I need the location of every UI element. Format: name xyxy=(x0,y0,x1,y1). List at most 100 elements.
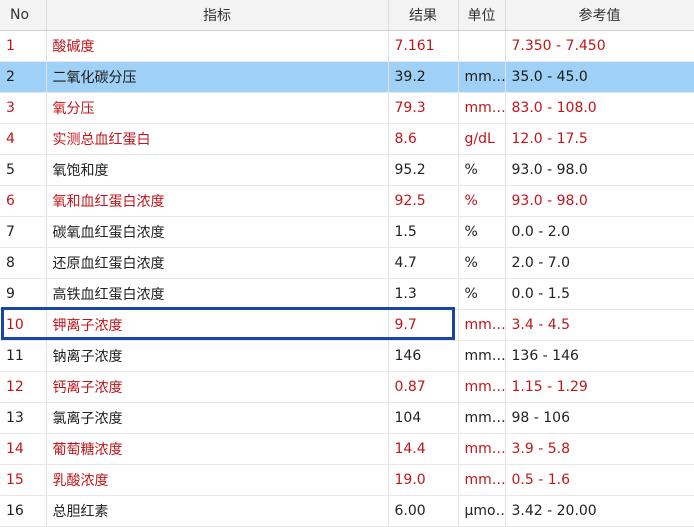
row-number: 12 xyxy=(0,371,47,403)
reference-range: 1.15 - 1.29 xyxy=(505,371,694,403)
indicator-name: 钙离子浓度 xyxy=(46,371,389,403)
unit-value: mm… xyxy=(458,92,506,124)
reference-range: 7.350 - 7.450 xyxy=(505,30,694,62)
reference-range: 3.42 - 20.00 xyxy=(505,495,694,527)
row-number: 15 xyxy=(0,464,47,496)
unit-value: g/dL xyxy=(458,123,506,155)
table-row[interactable]: 16总胆红素6.00μmo…3.42 - 20.00 xyxy=(0,495,694,527)
result-value: 9.7 xyxy=(388,309,459,341)
row-number: 16 xyxy=(0,495,47,527)
header-row: No 指标 结果 单位 参考值 xyxy=(0,0,694,31)
unit-value: μmo… xyxy=(458,495,506,527)
table-row[interactable]: 4 实测总血红蛋白 8.6 g/dL 12.0 - 17.5 xyxy=(0,123,694,155)
reference-range: 0.0 - 1.5 xyxy=(505,278,694,310)
result-value: 14.4 xyxy=(388,433,459,465)
table-row[interactable]: 2 二氧化碳分压 39.2 mm… 35.0 - 45.0 xyxy=(0,61,694,93)
reference-range: 3.9 - 5.8 xyxy=(505,433,694,465)
unit-value: % xyxy=(458,185,506,217)
indicator-name: 总胆红素 xyxy=(46,495,389,527)
reference-range: 35.0 - 45.0 xyxy=(505,61,694,93)
table-row[interactable]: 13 氯离子浓度 104 mm… 98 - 106 xyxy=(0,402,694,434)
indicator-name: 二氧化碳分压 xyxy=(46,61,389,93)
column-header-reference[interactable]: 参考值 xyxy=(505,0,694,31)
unit-value xyxy=(458,30,506,62)
reference-range: 0.5 - 1.6 xyxy=(505,464,694,496)
reference-range: 93.0 - 98.0 xyxy=(505,185,694,217)
row-number: 2 xyxy=(0,61,47,93)
indicator-name: 钾离子浓度 xyxy=(46,309,389,341)
indicator-name: 葡萄糖浓度 xyxy=(46,433,389,465)
row-number: 3 xyxy=(0,92,47,124)
unit-value: mm… xyxy=(458,464,506,496)
unit-value: mm… xyxy=(458,340,506,372)
row-number: 9 xyxy=(0,278,47,310)
lab-results-table: No 指标 结果 单位 参考值 1 酸碱度 7.161 7.350 - 7.450 2 二… xyxy=(0,0,694,527)
table-row[interactable]: 12 钙离子浓度 0.87 mm… 1.15 - 1.29 xyxy=(0,371,694,403)
table-row[interactable]: 9 高铁血红蛋白浓度 1.3% 0.0 - 1.5 xyxy=(0,278,694,310)
column-header-result[interactable]: 结果 xyxy=(388,0,459,31)
result-value: 39.2 xyxy=(388,61,459,93)
result-value: 146 xyxy=(388,340,459,372)
unit-value: mm… xyxy=(458,433,506,465)
reference-range: 83.0 - 108.0 xyxy=(505,92,694,124)
result-value: 104 xyxy=(388,402,459,434)
table-row[interactable]: 11 钠离子浓度 146 mm… 136 - 146 xyxy=(0,340,694,372)
row-number: 13 xyxy=(0,402,47,434)
indicator-name: 氧饱和度 xyxy=(46,154,389,186)
result-value: 1.3 xyxy=(388,278,459,310)
reference-range: 0.0 - 2.0 xyxy=(505,216,694,248)
reference-range: 3.4 - 4.5 xyxy=(505,309,694,341)
table-row[interactable]: 6 氧和血红蛋白浓度 92.5% 93.0 - 98.0 xyxy=(0,185,694,217)
table-row[interactable]: 1 酸碱度 7.161 7.350 - 7.450 xyxy=(0,30,694,62)
indicator-name: 高铁血红蛋白浓度 xyxy=(46,278,389,310)
table-row[interactable]: 3 氧分压 79.3 mm… 83.0 - 108.0 xyxy=(0,92,694,124)
indicator-name: 实测总血红蛋白 xyxy=(46,123,389,155)
result-value: 95.2 xyxy=(388,154,459,186)
column-header-unit[interactable]: 单位 xyxy=(458,0,506,31)
row-number: 10 xyxy=(0,309,47,341)
result-value: 7.161 xyxy=(388,30,459,62)
unit-value: % xyxy=(458,216,506,248)
indicator-name: 酸碱度 xyxy=(46,30,389,62)
column-header-indicator[interactable]: 指标 xyxy=(46,0,389,31)
table-row[interactable]: 10 钾离子浓度 9.7 mm… 3.4 - 4.5 xyxy=(0,309,694,341)
indicator-name: 氧和血红蛋白浓度 xyxy=(46,185,389,217)
unit-value: mm… xyxy=(458,402,506,434)
unit-value: % xyxy=(458,154,506,186)
reference-range: 93.0 - 98.0 xyxy=(505,154,694,186)
table-row[interactable]: 14 葡萄糖浓度 14.4 mm… 3.9 - 5.8 xyxy=(0,433,694,465)
unit-value: mm… xyxy=(458,309,506,341)
result-value: 8.6 xyxy=(388,123,459,155)
indicator-name: 碳氧血红蛋白浓度 xyxy=(46,216,389,248)
column-header-no[interactable]: No xyxy=(0,0,47,31)
indicator-name: 钠离子浓度 xyxy=(46,340,389,372)
reference-range: 12.0 - 17.5 xyxy=(505,123,694,155)
reference-range: 2.0 - 7.0 xyxy=(505,247,694,279)
row-number: 5 xyxy=(0,154,47,186)
result-value: 0.87 xyxy=(388,371,459,403)
row-number: 4 xyxy=(0,123,47,155)
table-row[interactable]: 5 氧饱和度 95.2% 93.0 - 98.0 xyxy=(0,154,694,186)
unit-value: mm… xyxy=(458,371,506,403)
table-row[interactable]: 8 还原血红蛋白浓度 4.7% 2.0 - 7.0 xyxy=(0,247,694,279)
row-number: 7 xyxy=(0,216,47,248)
indicator-name: 乳酸浓度 xyxy=(46,464,389,496)
result-value: 4.7 xyxy=(388,247,459,279)
result-value: 92.5 xyxy=(388,185,459,217)
row-number: 8 xyxy=(0,247,47,279)
row-number: 14 xyxy=(0,433,47,465)
indicator-name: 还原血红蛋白浓度 xyxy=(46,247,389,279)
result-value: 79.3 xyxy=(388,92,459,124)
indicator-name: 氧分压 xyxy=(46,92,389,124)
row-number: 11 xyxy=(0,340,47,372)
result-value: 6.00 xyxy=(388,495,459,527)
table-row[interactable]: 15 乳酸浓度 19.0 mm… 0.5 - 1.6 xyxy=(0,464,694,496)
row-number: 6 xyxy=(0,185,47,217)
row-number: 1 xyxy=(0,30,47,62)
result-value: 1.5 xyxy=(388,216,459,248)
unit-value: mm… xyxy=(458,61,506,93)
unit-value: % xyxy=(458,247,506,279)
result-value: 19.0 xyxy=(388,464,459,496)
reference-range: 136 - 146 xyxy=(505,340,694,372)
table-row[interactable]: 7 碳氧血红蛋白浓度 1.5% 0.0 - 2.0 xyxy=(0,216,694,248)
